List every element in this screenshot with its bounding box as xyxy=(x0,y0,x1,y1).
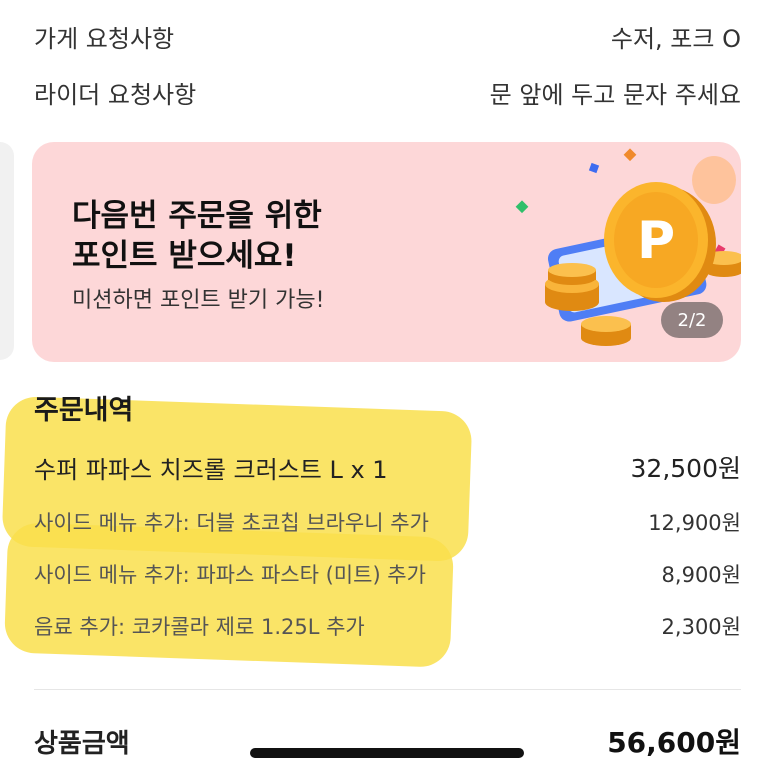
banner-subtitle: 미션하면 포인트 받기 가능! xyxy=(72,288,325,313)
option-row: 사이드 메뉴 추가: 더블 초코칩 브라우니 추가 12,900원 xyxy=(34,504,741,540)
banner-page-indicator: 2/2 xyxy=(661,302,723,338)
rider-request-row: 라이더 요청사항 문 앞에 두고 문자 주세요 xyxy=(34,72,741,112)
coin-letter: P xyxy=(637,211,675,271)
points-promo-banner[interactable]: 다음번 주문을 위한 포인트 받으세요! 미션하면 포인트 받기 가능! P 2… xyxy=(32,142,741,362)
option-name: 음료 추가: 코카콜라 제로 1.25L 추가 xyxy=(34,615,365,639)
store-request-label: 가게 요청사항 xyxy=(34,24,175,53)
order-detail-screen: 가게 요청사항 수저, 포크 O 라이더 요청사항 문 앞에 두고 문자 주세요… xyxy=(0,0,773,774)
main-item-price: 32,500원 xyxy=(630,454,741,483)
previous-banner-card[interactable] xyxy=(0,142,14,360)
option-name: 사이드 메뉴 추가: 더블 초코칩 브라우니 추가 xyxy=(34,511,429,535)
marker-highlight-2 xyxy=(3,522,455,668)
order-main-item: 수퍼 파파스 치즈롤 크러스트 L x 1 32,500원 xyxy=(34,447,741,487)
total-value: 56,600원 xyxy=(607,726,741,759)
banner-title: 다음번 주문을 위한 포인트 받으세요! xyxy=(72,196,432,276)
store-request-value: 수저, 포크 O xyxy=(610,24,741,53)
order-section-title: 주문내역 xyxy=(34,395,134,426)
home-indicator[interactable] xyxy=(250,748,524,758)
rider-request-label: 라이더 요청사항 xyxy=(34,80,197,109)
option-row: 음료 추가: 코카콜라 제로 1.25L 추가 2,300원 xyxy=(34,608,741,644)
rider-request-value: 문 앞에 두고 문자 주세요 xyxy=(489,80,741,109)
option-price: 8,900원 xyxy=(661,563,741,587)
banner-title-line-2: 포인트 받으세요! xyxy=(72,238,297,274)
main-item-name: 수퍼 파파스 치즈롤 크러스트 L x 1 xyxy=(34,455,388,484)
store-request-row: 가게 요청사항 수저, 포크 O xyxy=(34,16,741,56)
option-price: 2,300원 xyxy=(661,615,741,639)
option-row: 사이드 메뉴 추가: 파파스 파스타 (미트) 추가 8,900원 xyxy=(34,556,741,592)
banner-title-line-1: 다음번 주문을 위한 xyxy=(72,198,322,234)
option-name: 사이드 메뉴 추가: 파파스 파스타 (미트) 추가 xyxy=(34,563,426,587)
option-price: 12,900원 xyxy=(648,511,741,535)
divider xyxy=(34,689,741,690)
total-label: 상품금액 xyxy=(34,728,130,759)
